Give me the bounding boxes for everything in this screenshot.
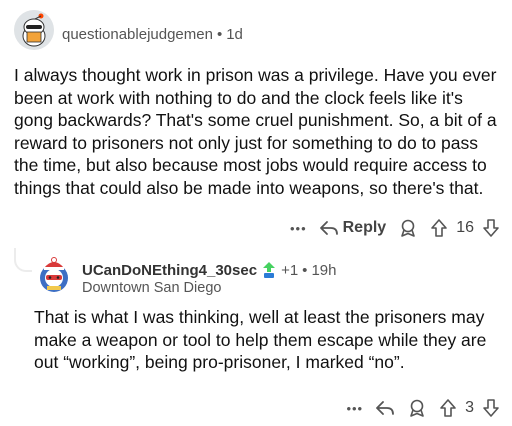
reply-body: That is what I was thinking, well at lea…: [34, 307, 487, 373]
reply-age: 19h: [311, 261, 337, 279]
upvote-icon[interactable]: [430, 218, 448, 238]
vote-score: 3: [465, 399, 474, 416]
more-options-button[interactable]: •••: [346, 401, 363, 416]
comment-age: 1d: [226, 26, 243, 43]
vote-controls: 16: [430, 218, 500, 238]
award-button[interactable]: [407, 398, 427, 418]
snoo-avatar-icon: [14, 10, 54, 50]
upvote-icon[interactable]: [439, 398, 457, 418]
user-flair: Downtown San Diego: [82, 280, 222, 296]
award-icon: [410, 399, 424, 417]
separator-dot: •: [216, 26, 223, 43]
comment-meta: questionablejudgemen • 1d: [62, 26, 243, 43]
author-name[interactable]: questionablejudgemen: [62, 26, 213, 43]
separator-dot: •: [302, 261, 308, 279]
reply-button[interactable]: [375, 399, 395, 417]
award-button[interactable]: [398, 218, 418, 238]
reply-button[interactable]: Reply: [319, 219, 387, 237]
avatar[interactable]: [14, 10, 54, 50]
downvote-icon[interactable]: [482, 218, 500, 238]
thread-line[interactable]: [14, 248, 32, 272]
reply-actions: ••• 3: [346, 396, 500, 420]
comment-body: I always thought work in prison was a pr…: [14, 65, 497, 198]
comment-actions: ••• Reply 16: [290, 216, 500, 240]
reply-icon: [319, 221, 338, 235]
more-options-button[interactable]: •••: [290, 221, 307, 236]
avatar[interactable]: [34, 256, 74, 296]
reply-icon: [376, 401, 394, 415]
karma-badge-icon: [263, 262, 276, 278]
downvote-icon[interactable]: [482, 398, 500, 418]
reply-label: Reply: [342, 219, 387, 236]
vote-controls: 3: [439, 398, 500, 418]
reply-meta: UCanDoNEthing4_30sec +1 • 19h: [82, 261, 336, 279]
author-name[interactable]: UCanDoNEthing4_30sec: [82, 262, 257, 279]
award-icon: [401, 219, 416, 237]
vote-score: 16: [456, 219, 474, 236]
snoo-avatar-icon: [40, 257, 68, 292]
karma-badge: +1: [281, 261, 299, 279]
